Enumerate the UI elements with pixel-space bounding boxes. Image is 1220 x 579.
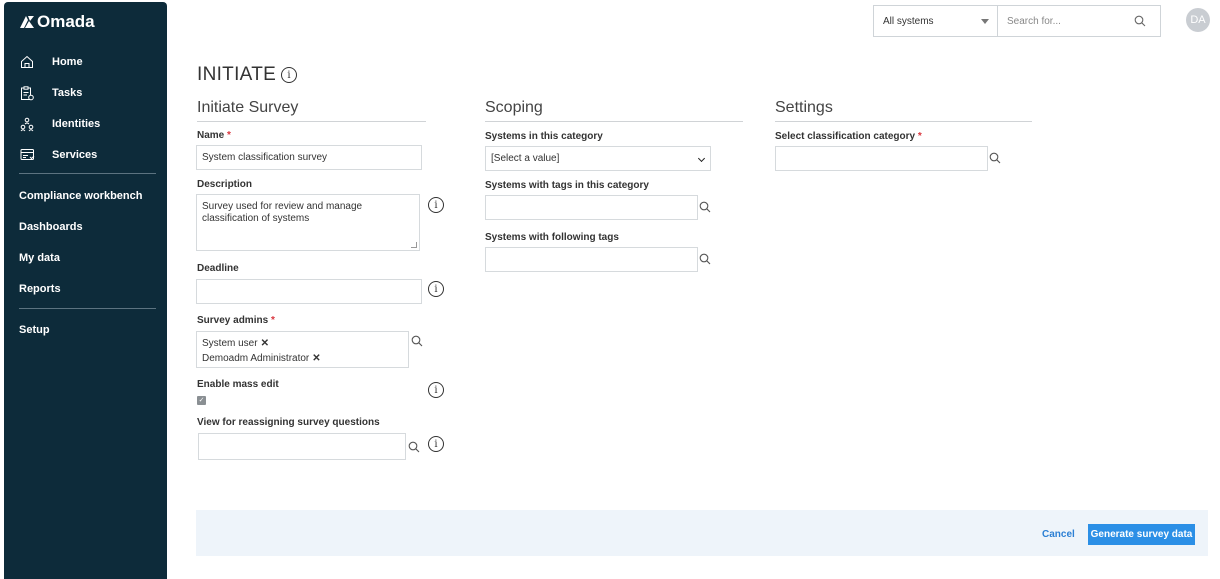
home-icon xyxy=(18,53,36,71)
category-label: Systems in this category xyxy=(485,131,603,142)
reassign-view-label: View for reassigning survey questions xyxy=(197,417,380,428)
sidebar-divider xyxy=(19,308,156,309)
survey-admins-field[interactable]: System user ✕ Demoadm Administrator ✕ xyxy=(196,331,409,368)
admin-tag: Demoadm Administrator ✕ xyxy=(202,353,321,364)
category-select-value: [Select a value] xyxy=(491,153,560,164)
info-icon[interactable]: i xyxy=(428,436,444,452)
generate-survey-data-button[interactable]: Generate survey data xyxy=(1088,524,1195,545)
sidebar-item-dashboards[interactable]: Dashboards xyxy=(4,214,167,240)
sidebar-item-label: My data xyxy=(19,252,60,264)
search-icon[interactable] xyxy=(989,151,1001,169)
info-icon[interactable]: i xyxy=(281,67,298,83)
omada-logo[interactable]: Omada xyxy=(19,12,95,32)
sidebar-item-compliance-workbench[interactable]: Compliance workbench xyxy=(4,183,167,209)
initiate-survey-heading: Initiate Survey xyxy=(197,99,426,122)
remove-tag-icon[interactable]: ✕ xyxy=(312,353,320,364)
sidebar-item-label: Compliance workbench xyxy=(19,190,143,202)
remove-tag-icon[interactable]: ✕ xyxy=(261,338,269,349)
info-icon[interactable]: i xyxy=(428,382,444,398)
sidebar-item-label: Setup xyxy=(19,324,50,336)
description-label: Description xyxy=(197,179,253,190)
sidebar-item-my-data[interactable]: My data xyxy=(4,245,167,271)
tags-field[interactable] xyxy=(485,247,698,272)
sidebar-item-services[interactable]: Services xyxy=(4,142,167,168)
page-title-text: INITIATE xyxy=(197,64,277,85)
reassign-view-field[interactable] xyxy=(198,433,406,460)
search-icon[interactable] xyxy=(699,200,711,218)
description-textarea[interactable]: Survey used for review and manage classi… xyxy=(196,194,420,251)
sidebar-item-identities[interactable]: Identities xyxy=(4,111,167,137)
sidebar-item-setup[interactable]: Setup xyxy=(4,317,167,343)
tags-category-label: Systems with tags in this category xyxy=(485,180,649,191)
survey-admins-label: Survey admins * xyxy=(197,315,275,326)
sidebar-item-label: Dashboards xyxy=(19,221,83,233)
search-icon[interactable] xyxy=(699,252,711,270)
cancel-button[interactable]: Cancel xyxy=(1042,529,1075,540)
tasks-icon xyxy=(18,84,36,102)
sidebar-item-reports[interactable]: Reports xyxy=(4,276,167,302)
logo-text: Omada xyxy=(37,12,95,31)
category-select[interactable]: [Select a value] xyxy=(485,146,711,171)
admin-tag: System user ✕ xyxy=(202,338,269,349)
page-title: INITIATE i xyxy=(197,64,298,86)
sidebar-item-label: Tasks xyxy=(52,87,83,99)
mass-edit-checkbox[interactable]: ✓ xyxy=(197,396,206,405)
sidebar-divider xyxy=(19,173,156,174)
sidebar-item-label: Home xyxy=(52,56,83,68)
sidebar-item-label: Services xyxy=(52,149,98,161)
deadline-field[interactable] xyxy=(196,279,422,304)
name-field[interactable]: System classification survey xyxy=(196,145,422,170)
sidebar-item-tasks[interactable]: Tasks xyxy=(4,80,167,106)
chevron-down-icon xyxy=(697,154,706,163)
resize-handle-icon[interactable] xyxy=(411,242,417,248)
scoping-heading: Scoping xyxy=(485,99,743,122)
settings-heading: Settings xyxy=(775,99,1032,122)
sidebar-item-label: Reports xyxy=(19,283,61,295)
sidebar: Omada Home Tasks Identities Services Com… xyxy=(4,2,167,579)
sidebar-item-label: Identities xyxy=(52,118,101,130)
global-search-input[interactable]: Search for... xyxy=(997,5,1161,37)
system-filter-select[interactable]: All systems xyxy=(873,5,998,37)
sidebar-item-home[interactable]: Home xyxy=(4,49,167,75)
caret-down-icon xyxy=(981,19,989,24)
mass-edit-label: Enable mass edit xyxy=(197,379,279,390)
search-icon[interactable] xyxy=(1134,15,1146,30)
search-icon[interactable] xyxy=(408,440,420,458)
search-placeholder: Search for... xyxy=(1007,15,1061,27)
name-label: Name * xyxy=(197,130,231,141)
classification-category-label: Select classification category * xyxy=(775,131,922,142)
system-filter-value: All systems xyxy=(883,15,934,27)
services-icon xyxy=(18,146,36,164)
omada-logo-icon xyxy=(20,16,34,28)
info-icon[interactable]: i xyxy=(428,197,444,213)
info-icon[interactable]: i xyxy=(428,281,444,297)
user-avatar[interactable]: DA xyxy=(1186,8,1210,32)
tags-category-field[interactable] xyxy=(485,195,698,220)
classification-category-field[interactable] xyxy=(775,146,988,171)
identities-icon xyxy=(18,115,36,133)
tags-label: Systems with following tags xyxy=(485,232,619,243)
deadline-label: Deadline xyxy=(197,263,239,274)
search-icon[interactable] xyxy=(411,334,423,352)
description-text: Survey used for review and manage classi… xyxy=(202,201,363,224)
